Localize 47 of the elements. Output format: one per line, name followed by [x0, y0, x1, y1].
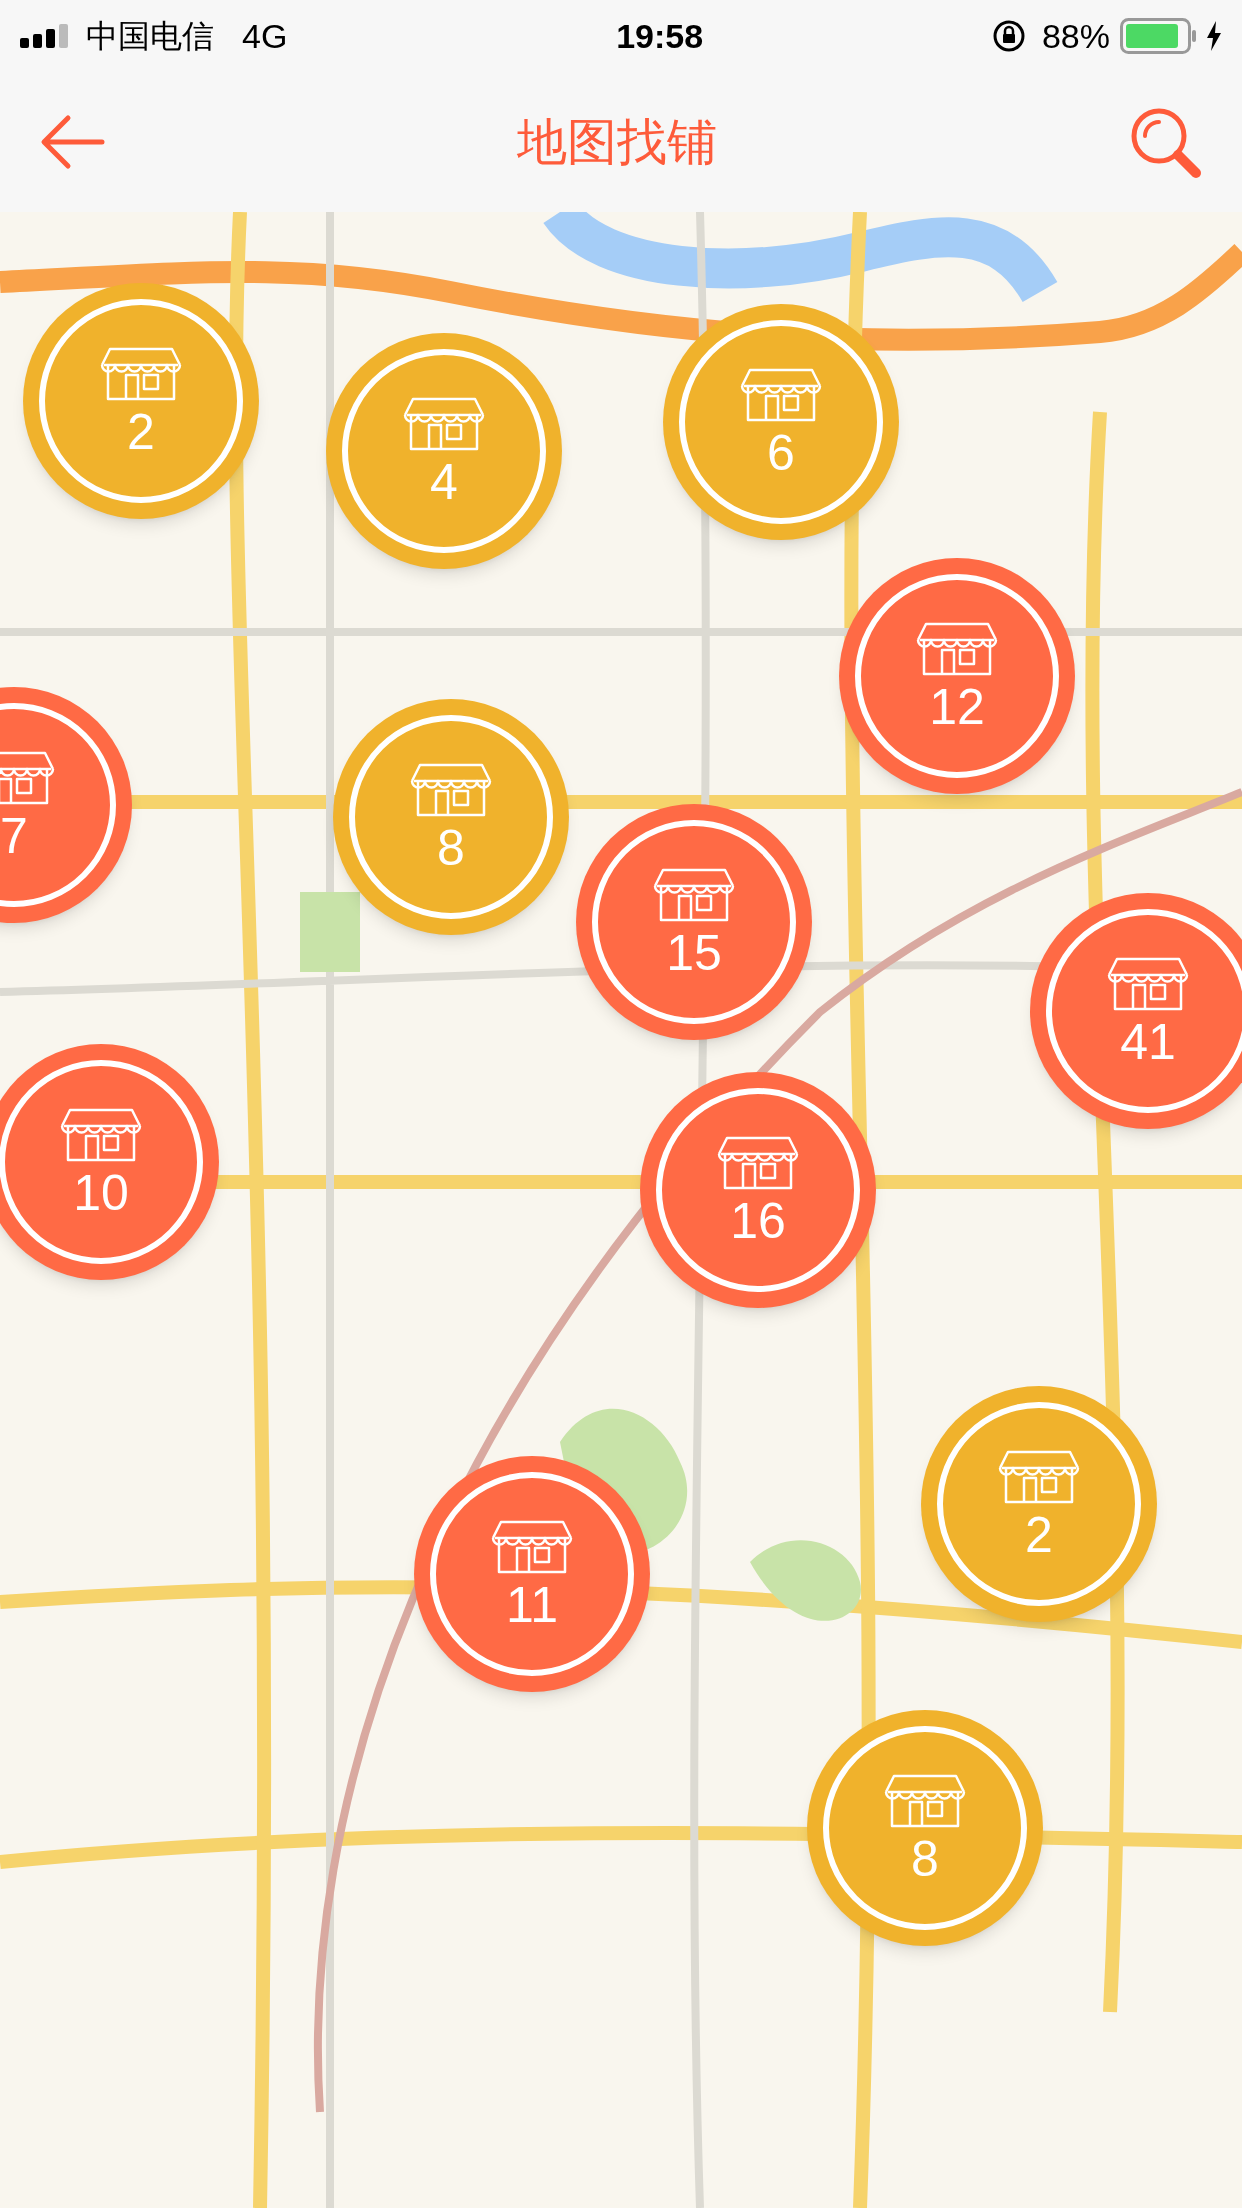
- clock-time: 19:58: [616, 15, 704, 57]
- store-icon: [914, 620, 1000, 676]
- store-icon: [738, 366, 824, 422]
- shop-cluster-marker[interactable]: 11: [414, 1456, 650, 1692]
- cluster-count: 2: [1025, 1510, 1053, 1560]
- store-icon: [1105, 955, 1191, 1011]
- carrier-name: 中国电信: [86, 16, 214, 57]
- cluster-count: 8: [911, 1834, 939, 1884]
- shop-cluster-marker[interactable]: 12: [839, 558, 1075, 794]
- rotation-lock-icon: [991, 19, 1026, 53]
- cluster-count: 6: [767, 428, 795, 478]
- cluster-count: 15: [666, 928, 722, 978]
- shop-cluster-marker[interactable]: 7: [0, 687, 132, 923]
- shop-cluster-marker[interactable]: 4: [326, 333, 562, 569]
- network-type: 4G: [242, 15, 288, 57]
- map-view[interactable]: 2 4 6 12 7 8 15 41 10 16 2 11 8: [0, 212, 1242, 2208]
- battery-percent: 88%: [1041, 15, 1110, 57]
- cluster-count: 7: [0, 811, 28, 861]
- store-icon: [401, 395, 487, 451]
- store-icon: [715, 1134, 801, 1190]
- store-icon: [408, 761, 494, 817]
- store-icon: [651, 866, 737, 922]
- cluster-count: 2: [127, 407, 155, 457]
- charging-icon: [1206, 21, 1222, 51]
- cluster-count: 10: [73, 1168, 129, 1218]
- store-icon: [98, 345, 184, 401]
- cluster-count: 16: [730, 1196, 786, 1246]
- page-title: 地图找铺: [517, 111, 717, 173]
- store-icon: [882, 1772, 968, 1828]
- shop-cluster-marker[interactable]: 10: [0, 1044, 219, 1280]
- cluster-count: 8: [437, 823, 465, 873]
- battery-icon: [1120, 18, 1198, 54]
- shop-cluster-marker[interactable]: 8: [333, 699, 569, 935]
- store-icon: [58, 1106, 144, 1162]
- shop-cluster-marker[interactable]: 2: [921, 1386, 1157, 1622]
- cluster-count: 12: [929, 682, 985, 732]
- shop-cluster-marker[interactable]: 41: [1030, 893, 1242, 1129]
- shop-cluster-marker[interactable]: 6: [663, 304, 899, 540]
- store-icon: [489, 1518, 575, 1574]
- cluster-count: 41: [1120, 1017, 1176, 1067]
- shop-cluster-marker[interactable]: 15: [576, 804, 812, 1040]
- store-icon: [996, 1448, 1082, 1504]
- cluster-count: 11: [506, 1580, 558, 1630]
- shop-cluster-marker[interactable]: 16: [640, 1072, 876, 1308]
- cluster-count: 4: [430, 457, 458, 507]
- shop-cluster-marker[interactable]: 8: [807, 1710, 1043, 1946]
- shop-cluster-marker[interactable]: 2: [23, 283, 259, 519]
